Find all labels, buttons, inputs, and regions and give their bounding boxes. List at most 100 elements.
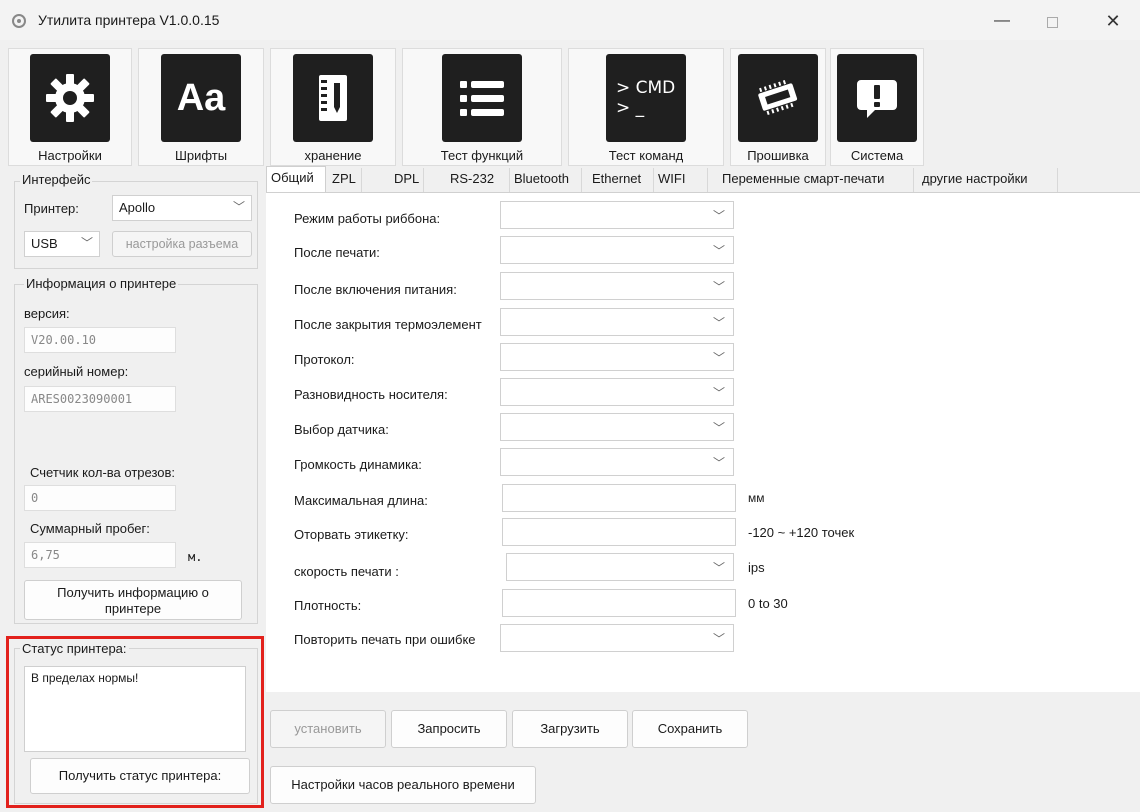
ribbon-mode-select[interactable]: ﹀ <box>500 201 734 229</box>
toolbar-function-test-label: Тест функций <box>440 148 524 163</box>
reprint-on-error-label: Повторить печать при ошибке <box>294 632 476 647</box>
tear-off-unit: -120 ~ +120 точек <box>748 525 855 540</box>
mileage-unit: м. <box>188 550 203 564</box>
mileage-field: 6,75 <box>24 542 176 568</box>
toolbar-command-test-button[interactable]: > CMD > _ Тест команд <box>568 48 724 166</box>
close-button[interactable]: ✕ <box>1095 8 1131 34</box>
rtc-settings-button[interactable]: Настройки часов реального времени <box>270 766 536 804</box>
minimize-button[interactable]: — <box>984 8 1020 34</box>
chevron-down-icon: ﹀ <box>712 280 725 294</box>
printer-select[interactable]: Apollo ﹀ <box>112 195 252 221</box>
speaker-volume-select[interactable]: ﹀ <box>500 448 734 476</box>
toolbar-system-label: Система <box>850 148 904 163</box>
sensor-select-label: Выбор датчика: <box>294 422 389 437</box>
density-unit: 0 to 30 <box>748 596 788 611</box>
tab-bluetooth[interactable]: Bluetooth <box>510 168 582 192</box>
chevron-down-icon: ﹀ <box>712 351 725 365</box>
after-print-select[interactable]: ﹀ <box>500 236 734 264</box>
get-printer-info-line2: принтере <box>104 601 162 616</box>
reprint-on-error-select[interactable]: ﹀ <box>500 624 734 652</box>
fonts-icon: Aa <box>161 54 241 142</box>
save-button[interactable]: Сохранить <box>632 710 748 748</box>
chevron-down-icon: ﹀ <box>712 421 725 435</box>
density-input[interactable] <box>502 589 736 617</box>
toolbar-system-button[interactable]: Система <box>830 48 924 166</box>
terminal-line-2: > _ <box>616 98 645 118</box>
print-speed-label: скорость печати : <box>294 564 399 579</box>
chip-icon <box>738 54 818 142</box>
chevron-down-icon: ﹀ <box>712 209 725 223</box>
toolbar-fonts-label: Шрифты <box>174 148 228 163</box>
toolbar-settings-button[interactable]: Настройки <box>8 48 132 166</box>
cut-counter-field: 0 <box>24 485 176 511</box>
port-select[interactable]: USB ﹀ <box>24 231 100 257</box>
interface-group-title: Интерфейс <box>20 172 93 187</box>
notebook-icon <box>293 54 373 142</box>
after-power-on-select[interactable]: ﹀ <box>500 272 734 300</box>
max-length-unit: мм <box>748 491 765 505</box>
toolbar-command-test-label: Тест команд <box>608 148 684 163</box>
print-speed-unit: ips <box>748 560 765 575</box>
toolbar-storage-label: хранение <box>304 148 362 163</box>
media-type-label: Разновидность носителя: <box>294 387 448 402</box>
toolbar-function-test-button[interactable]: Тест функций <box>402 48 562 166</box>
printer-utility-window: Утилита принтера V1.0.0.15 — ✕ Настройки… <box>0 0 1140 812</box>
tab-other-settings[interactable]: другие настройки <box>918 168 1058 192</box>
list-icon <box>442 54 522 142</box>
alert-icon <box>837 54 917 142</box>
terminal-icon: > CMD > _ <box>606 54 686 142</box>
port-settings-button[interactable]: настройка разъема <box>112 231 252 257</box>
fonts-glyph: Aa <box>176 76 226 119</box>
tab-dpl[interactable]: DPL <box>390 168 424 192</box>
chevron-down-icon: ﹀ <box>712 632 725 646</box>
tear-off-label: Оторвать этикетку: <box>294 527 409 542</box>
printer-app-icon <box>12 14 26 28</box>
after-head-close-label: После закрытия термоэлемент <box>294 317 482 332</box>
load-button[interactable]: Загрузить <box>512 710 628 748</box>
get-printer-info-button[interactable]: Получить информацию о принтере <box>24 580 242 620</box>
max-length-label: Максимальная длина: <box>294 493 428 508</box>
serial-field: ARES0023090001 <box>24 386 176 412</box>
set-button[interactable]: установить <box>270 710 386 748</box>
chevron-down-icon: ﹀ <box>712 244 725 258</box>
cut-counter-label: Счетчик кол-ва отрезов: <box>30 465 176 480</box>
chevron-down-icon: ﹀ <box>80 236 93 250</box>
chevron-down-icon: ﹀ <box>712 386 725 400</box>
toolbar-firmware-label: Прошивка <box>747 148 809 163</box>
highlight-box <box>6 636 264 808</box>
after-head-close-select[interactable]: ﹀ <box>500 308 734 336</box>
version-field: V20.00.10 <box>24 327 176 353</box>
tab-ethernet[interactable]: Ethernet <box>588 168 654 192</box>
printer-select-value: Apollo <box>119 200 156 215</box>
tear-off-input[interactable] <box>502 518 736 546</box>
printer-info-title: Информация о принтере <box>24 276 179 291</box>
serial-label: серийный номер: <box>24 364 129 379</box>
port-select-value: USB <box>31 236 58 251</box>
tab-smart-print-variables[interactable]: Переменные смарт-печати <box>718 168 914 192</box>
version-label: версия: <box>24 306 70 321</box>
get-printer-info-line1: Получить информацию о <box>57 585 209 600</box>
toolbar-storage-button[interactable]: хранение <box>270 48 396 166</box>
toolbar-fonts-button[interactable]: Aa Шрифты <box>138 48 264 166</box>
chevron-down-icon: ﹀ <box>712 456 725 470</box>
toolbar-firmware-button[interactable]: Прошивка <box>730 48 826 166</box>
tab-wifi[interactable]: WIFI <box>654 168 708 192</box>
maximize-button[interactable] <box>1034 8 1070 34</box>
media-type-select[interactable]: ﹀ <box>500 378 734 406</box>
chevron-down-icon: ﹀ <box>712 316 725 330</box>
tab-general[interactable]: Общий <box>266 166 326 192</box>
protocol-select[interactable]: ﹀ <box>500 343 734 371</box>
after-power-on-label: После включения питания: <box>294 282 457 297</box>
speaker-volume-label: Громкость динамика: <box>294 457 422 472</box>
sensor-select[interactable]: ﹀ <box>500 413 734 441</box>
query-button[interactable]: Запросить <box>391 710 507 748</box>
window-title: Утилита принтера V1.0.0.15 <box>38 12 220 28</box>
max-length-input[interactable] <box>502 484 736 512</box>
printer-label: Принтер: <box>24 201 79 216</box>
chevron-down-icon: ﹀ <box>232 200 245 214</box>
mileage-label: Суммарный пробег: <box>30 521 150 536</box>
tab-rs232[interactable]: RS-232 <box>446 168 510 192</box>
print-speed-select[interactable]: ﹀ <box>506 553 734 581</box>
protocol-label: Протокол: <box>294 352 355 367</box>
tab-zpl[interactable]: ZPL <box>328 168 362 192</box>
